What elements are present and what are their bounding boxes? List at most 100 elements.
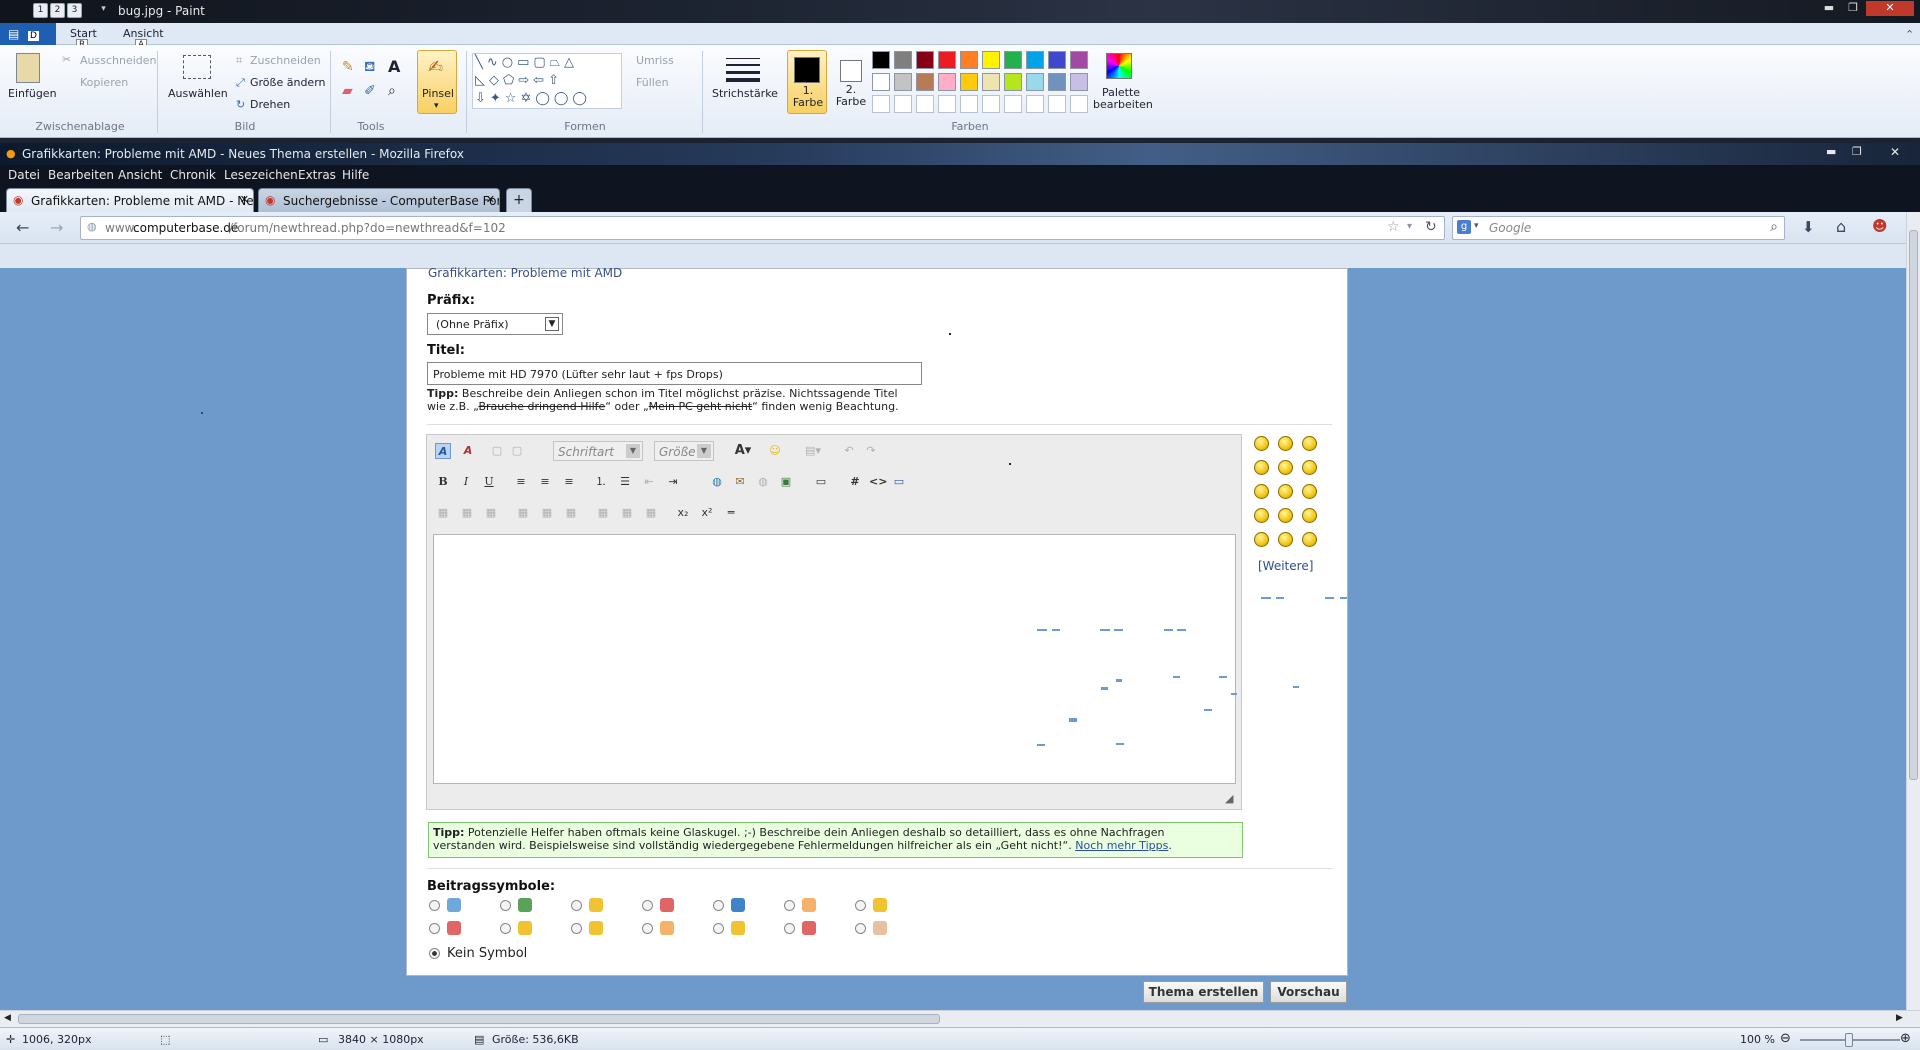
custom-color-swatch[interactable]: [960, 95, 978, 113]
menu-lesezeichen[interactable]: Lesezeichen: [224, 168, 298, 182]
cut-icon[interactable]: ▢: [489, 443, 505, 459]
align-center-icon[interactable]: ≡: [537, 474, 553, 490]
forward-icon[interactable]: →: [50, 218, 63, 237]
shapes-gallery[interactable]: ╲∿○▭▢⏢△ ◺◇⬠⇨⇦⇧ ⇩✦☆✡◯◯◯: [472, 53, 622, 109]
magnifier-icon[interactable]: ⌕: [388, 83, 396, 99]
redo-icon[interactable]: ↷: [863, 443, 879, 459]
message-textarea[interactable]: [433, 534, 1236, 784]
hash-icon[interactable]: #: [847, 474, 863, 490]
cut-button[interactable]: Ausschneiden: [80, 54, 157, 67]
prefix-select[interactable]: (Ohne Präfix) ▼: [427, 313, 563, 335]
table-icon[interactable]: ▦: [539, 505, 555, 521]
smilie-icon[interactable]: [1254, 460, 1269, 475]
php-icon[interactable]: ▭: [891, 474, 907, 490]
table-icon[interactable]: ▦: [619, 505, 635, 521]
ordered-list-icon[interactable]: ⒈: [593, 474, 609, 490]
eraser-icon[interactable]: ▰: [342, 83, 353, 99]
paste-icon[interactable]: ▤▾: [801, 443, 825, 459]
qat-save-icon[interactable]: 1: [33, 3, 48, 18]
smilie-icon[interactable]: [1254, 436, 1269, 451]
subscript-icon[interactable]: x₂: [675, 505, 691, 521]
qat-dropdown-icon[interactable]: ▾: [96, 3, 111, 18]
table-icon[interactable]: ▦: [459, 505, 475, 521]
select-button[interactable]: Auswählen: [168, 87, 228, 100]
color-picker-icon[interactable]: ✐: [364, 83, 376, 99]
unlink-icon[interactable]: ◍: [755, 474, 771, 490]
smilie-icon[interactable]: ☺: [767, 443, 783, 459]
tab-close-icon[interactable]: ✕: [486, 193, 495, 206]
table-icon[interactable]: ▦: [595, 505, 611, 521]
tab-close-icon[interactable]: ✕: [240, 193, 249, 206]
menu-ansicht[interactable]: Ansicht: [118, 168, 162, 182]
code-icon[interactable]: <>: [869, 474, 887, 490]
custom-color-swatch[interactable]: [938, 95, 956, 113]
font-family-select[interactable]: Schriftart ▼: [553, 441, 643, 461]
smilie-icon[interactable]: [1254, 532, 1269, 547]
color-swatch[interactable]: [982, 73, 1000, 91]
table-icon[interactable]: ▦: [563, 505, 579, 521]
smilie-icon[interactable]: [1302, 508, 1317, 523]
scroll-right-icon[interactable]: ▶: [1896, 1013, 1903, 1023]
smilie-icon[interactable]: [1278, 460, 1293, 475]
zoom-out-icon[interactable]: ⊖: [1780, 1031, 1791, 1046]
vertical-scrollbar[interactable]: [1906, 212, 1920, 1010]
reload-icon[interactable]: ↻: [1425, 219, 1437, 235]
color-swatch[interactable]: [894, 51, 912, 69]
copy-icon[interactable]: ▢: [509, 443, 525, 459]
submit-button[interactable]: Thema erstellen: [1143, 981, 1264, 1003]
breadcrumb[interactable]: Grafikkarten: Probleme mit AMD: [428, 266, 622, 280]
select-icon[interactable]: [183, 55, 211, 79]
wysiwyg-mode-icon[interactable]: A: [435, 443, 451, 459]
google-icon[interactable]: g: [1457, 220, 1471, 234]
email-icon[interactable]: ✉: [732, 474, 748, 490]
resize-button[interactable]: Größe ändern: [250, 76, 326, 89]
custom-color-swatch[interactable]: [916, 95, 934, 113]
no-symbol-radio[interactable]: [429, 948, 440, 959]
bookmark-star-icon[interactable]: ☆: [1387, 219, 1400, 235]
smilie-icon[interactable]: [1302, 532, 1317, 547]
custom-color-swatch[interactable]: [982, 95, 1000, 113]
qat-redo-icon[interactable]: 3: [67, 3, 82, 18]
custom-color-swatch[interactable]: [1004, 95, 1022, 113]
search-icon[interactable]: ⌕: [1770, 219, 1778, 235]
menu-chronik[interactable]: Chronik: [170, 168, 216, 182]
addon-icon[interactable]: ☻: [1872, 217, 1888, 235]
table-icon[interactable]: ▦: [435, 505, 451, 521]
chevron-down-icon[interactable]: ▾: [1407, 221, 1412, 232]
link-icon[interactable]: ◍: [709, 474, 725, 490]
edit-palette-button[interactable]: Palette bearbeiten: [1093, 87, 1153, 111]
back-icon[interactable]: ←: [16, 218, 29, 237]
cut-icon[interactable]: ✂: [62, 53, 71, 66]
post-icon-radio[interactable]: [429, 900, 440, 911]
zoom-in-icon[interactable]: ⊕: [1900, 1031, 1911, 1046]
new-tab-button[interactable]: +: [506, 188, 532, 212]
qat-undo-icon[interactable]: 2: [50, 3, 65, 18]
pencil-icon[interactable]: ✎: [342, 59, 354, 75]
smilie-icon[interactable]: [1278, 436, 1293, 451]
stroke-width-button[interactable]: Strichstärke: [712, 87, 778, 100]
smilie-icon[interactable]: [1302, 436, 1317, 451]
color-swatch[interactable]: [938, 51, 956, 69]
smilie-icon[interactable]: [1254, 484, 1269, 499]
image-icon[interactable]: ▣: [778, 474, 794, 490]
menu-datei[interactable]: Datei: [8, 168, 40, 182]
maximize-icon[interactable]: ❐: [1842, 1, 1864, 16]
fill-icon[interactable]: ⛾: [364, 59, 375, 77]
color-swatch[interactable]: [1070, 73, 1088, 91]
bullet-list-icon[interactable]: ☰: [617, 474, 633, 490]
color-swatch[interactable]: [894, 73, 912, 91]
search-bar[interactable]: g ▾ Google ⌕: [1452, 216, 1785, 240]
smilie-icon[interactable]: [1278, 532, 1293, 547]
color1-button[interactable]: 1. Farbe: [787, 50, 827, 114]
color-swatch[interactable]: [872, 51, 890, 69]
edit-palette-icon[interactable]: [1106, 53, 1132, 79]
text-icon[interactable]: A: [388, 57, 400, 76]
menu-hilfe[interactable]: Hilfe: [342, 168, 369, 182]
copy-button[interactable]: Kopieren: [80, 76, 128, 89]
paint-menu-button[interactable]: ▤ D: [0, 23, 56, 45]
post-icon-radio[interactable]: [500, 900, 511, 911]
stroke-width-icon[interactable]: [726, 55, 760, 82]
color-swatch[interactable]: [916, 51, 934, 69]
post-icon-radio[interactable]: [500, 923, 511, 934]
font-color-icon[interactable]: A▾: [729, 443, 757, 459]
